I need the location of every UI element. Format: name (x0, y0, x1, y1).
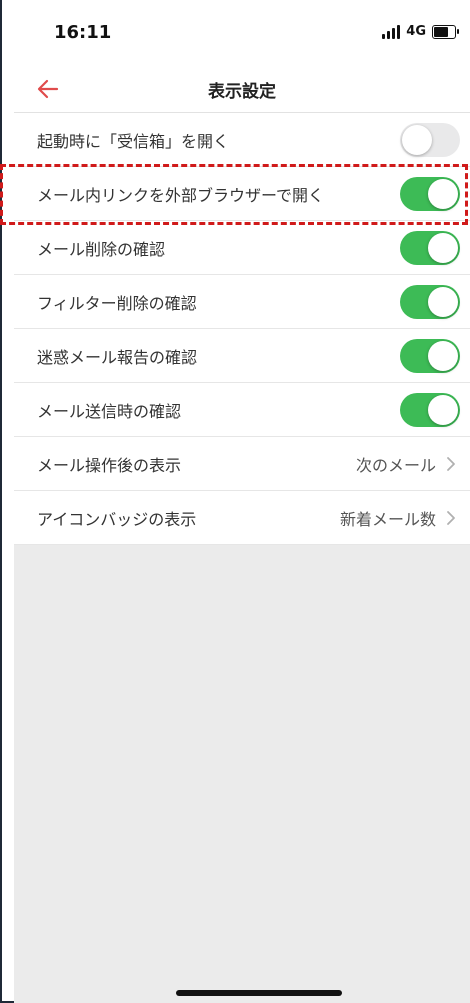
setting-confirm-mail-delete[interactable]: メール削除の確認 (14, 221, 470, 275)
setting-label: メール送信時の確認 (37, 402, 182, 421)
external-browser-toggle[interactable] (400, 177, 460, 211)
setting-open-inbox-on-launch[interactable]: 起動時に「受信箱」を開く (14, 113, 470, 167)
status-time: 16:11 (54, 22, 112, 43)
setting-confirm-filter-delete[interactable]: フィルター削除の確認 (14, 275, 470, 329)
status-icons: 4G (382, 24, 459, 39)
confirm-send-toggle[interactable] (400, 393, 460, 427)
battery-icon (432, 24, 459, 39)
chevron-right-icon (447, 511, 455, 525)
setting-display-after-action[interactable]: メール操作後の表示 次のメール (14, 437, 470, 491)
confirm-delete-toggle[interactable] (400, 231, 460, 265)
setting-label: メール削除の確認 (37, 240, 166, 259)
setting-confirm-spam-report[interactable]: 迷惑メール報告の確認 (14, 329, 470, 383)
setting-confirm-on-send[interactable]: メール送信時の確認 (14, 383, 470, 437)
home-indicator[interactable] (176, 990, 342, 996)
network-type: 4G (406, 24, 426, 39)
setting-label: 起動時に「受信箱」を開く (37, 132, 230, 151)
confirm-filter-delete-toggle[interactable] (400, 285, 460, 319)
chevron-right-icon (447, 457, 455, 471)
phone-screen: 16:11 4G 表示設定 起動時に「受信箱」を開く メール内リンクを外部ブラウ… (14, 0, 470, 1003)
signal-icon (382, 24, 401, 39)
setting-open-links-external-browser[interactable]: メール内リンクを外部ブラウザーで開く (14, 167, 470, 221)
page-title: 表示設定 (208, 82, 276, 102)
setting-label: アイコンバッジの表示 (37, 510, 197, 529)
setting-value: 新着メール数 (339, 510, 436, 529)
setting-label: メール内リンクを外部ブラウザーで開く (37, 186, 325, 205)
setting-icon-badge-display[interactable]: アイコンバッジの表示 新着メール数 (14, 491, 470, 545)
confirm-spam-toggle[interactable] (400, 339, 460, 373)
setting-label: メール操作後の表示 (37, 456, 182, 475)
setting-label: 迷惑メール報告の確認 (37, 348, 198, 367)
navigation-bar: 表示設定 (14, 66, 470, 113)
open-inbox-toggle[interactable] (400, 123, 460, 157)
setting-value: 次のメール (355, 456, 436, 475)
settings-list: 起動時に「受信箱」を開く メール内リンクを外部ブラウザーで開く メール削除の確認… (14, 113, 470, 545)
status-bar: 16:11 4G (14, 0, 470, 66)
setting-label: フィルター削除の確認 (37, 294, 197, 313)
